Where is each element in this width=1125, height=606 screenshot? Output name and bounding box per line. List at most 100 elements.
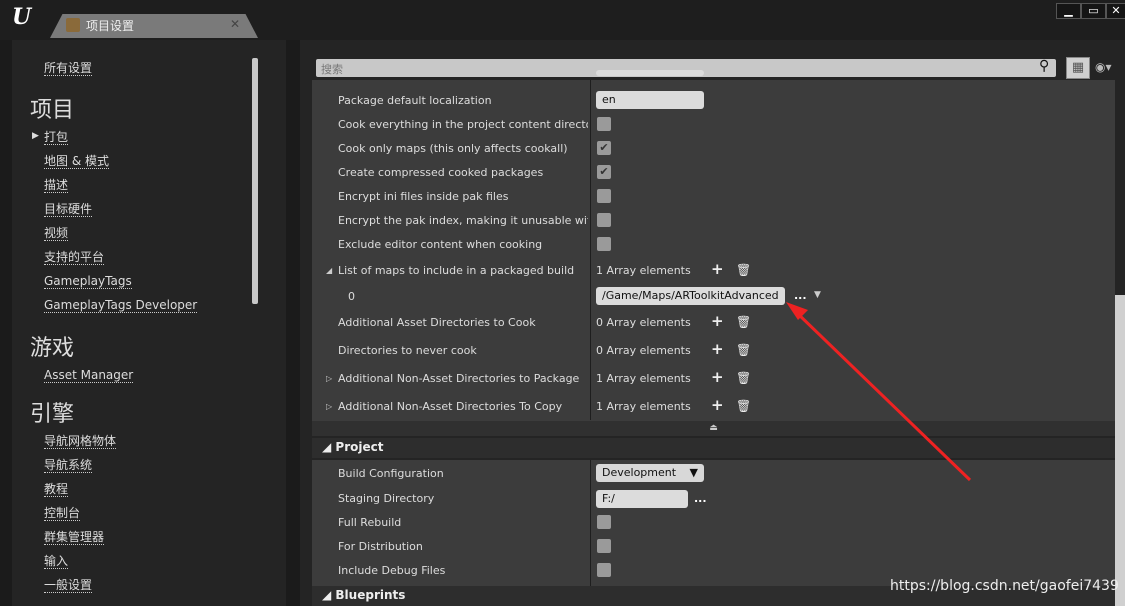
delete-icon[interactable]: 🗑 [736,263,751,277]
expander-icon[interactable]: ◢ [326,266,332,275]
sidebar-item[interactable]: 教程 [44,482,69,497]
search-icon[interactable]: ⚲ [1039,58,1049,74]
setting-label: Create compressed cooked packages [338,166,544,179]
delete-icon[interactable]: 🗑 [736,399,751,413]
section-header-project[interactable]: ◢ Project [312,438,1115,458]
array-label: List of maps to include in a packaged bu… [338,264,575,277]
setting-label: Encrypt the pak index, making it unusabl… [338,214,588,227]
sidebar-item[interactable]: 导航系统 [44,458,93,473]
sidebar-item[interactable]: 控制台 [44,506,81,521]
sidebar-item[interactable]: 导航网格物体 [44,434,117,449]
array-label: Additional Non-Asset Directories to Pack… [338,372,580,385]
checkbox[interactable] [597,237,611,251]
map-path-field[interactable]: /Game/Maps/ARToolkitAdvanced [596,287,785,305]
sidebar-item-all-settings[interactable]: 所有设置 [44,61,93,76]
settings-icon [66,18,80,32]
delete-icon[interactable]: 🗑 [736,371,751,385]
full-rebuild-checkbox[interactable] [597,515,611,529]
tab-close-icon[interactable]: ✕ [230,17,240,31]
sidebar-item[interactable]: GameplayTags [44,274,132,289]
array-count: 1 Array elements [596,400,691,413]
text-field[interactable]: en [596,91,704,109]
array-count: 0 Array elements [596,316,691,329]
setting-label: Package default localization [338,94,492,107]
dropdown-value: Development [602,466,677,479]
close-button[interactable]: ✕ [1106,3,1125,19]
sidebar [12,40,286,606]
sidebar-scrollbar[interactable] [252,58,258,304]
sidebar-item[interactable]: 打包 [44,130,69,145]
expand-arrow-icon: ▶ [32,131,39,141]
build-configuration-label: Build Configuration [338,467,444,480]
search-placeholder: 搜索 [321,63,343,76]
array-count: 1 Array elements [596,264,691,277]
sidebar-item[interactable]: 地图 & 模式 [44,154,109,169]
category-title: 引擎 [30,402,75,427]
sidebar-item[interactable]: Asset Manager [44,368,134,383]
checkbox[interactable] [597,117,611,131]
eye-icon[interactable]: ◉▾ [1095,60,1112,74]
checkbox[interactable]: ✔ [597,165,611,179]
minimize-button[interactable]: ▁ [1056,3,1081,19]
expander-icon: ◢ [322,440,336,454]
category-title: 项目 [30,98,75,123]
staging-directory-field[interactable]: F:/ [596,490,688,508]
section-title: Blueprints [335,588,406,602]
for-distribution-checkbox[interactable] [597,539,611,553]
view-options-grid-icon[interactable]: ▦ [1066,57,1090,79]
full-rebuild-label: Full Rebuild [338,516,402,529]
category-title: 游戏 [30,336,75,361]
sidebar-item[interactable]: 视频 [44,226,69,241]
add-element-icon[interactable]: + [711,396,724,414]
setting-label: Exclude editor content when cooking [338,238,543,251]
add-element-icon[interactable]: + [711,312,724,330]
include-debug-files-checkbox[interactable] [597,563,611,577]
setting-label: Encrypt ini files inside pak files [338,190,509,203]
setting-label: Cook everything in the project content d… [338,118,588,131]
column-divider[interactable] [590,80,591,420]
checkbox[interactable] [597,213,611,227]
sidebar-item[interactable]: 群集管理器 [44,530,105,545]
sidebar-item[interactable]: 输入 [44,554,69,569]
build-configuration-dropdown[interactable]: Development ▼ [596,464,704,482]
sidebar-item[interactable]: 描述 [44,178,69,193]
details-scrollbar[interactable] [1115,295,1125,606]
section-title: Project [335,440,384,454]
for-distribution-label: For Distribution [338,540,423,553]
tab-project-settings[interactable] [50,14,258,38]
array-label: Additional Non-Asset Directories To Copy [338,400,563,413]
browse-button[interactable]: ... [794,289,807,302]
array-index: 0 [348,290,355,303]
expander-icon: ◢ [322,588,336,602]
chevron-down-icon[interactable]: ▼ [814,290,821,300]
tab-label: 项目设置 [86,19,135,33]
include-debug-files-label: Include Debug Files [338,564,446,577]
sidebar-item[interactable]: 目标硬件 [44,202,93,217]
collapse-advanced-button[interactable]: ⏏ [312,421,1115,436]
checkbox[interactable] [597,189,611,203]
delete-icon[interactable]: 🗑 [736,315,751,329]
add-element-icon[interactable]: + [711,260,724,278]
sidebar-item[interactable]: 一般设置 [44,578,93,593]
browse-button[interactable]: ... [694,492,707,505]
sidebar-item[interactable]: 支持的平台 [44,250,105,265]
add-element-icon[interactable]: + [711,368,724,386]
array-label: Directories to never cook [338,344,477,357]
expander-icon[interactable]: ▷ [326,402,332,411]
checkbox[interactable]: ✔ [597,141,611,155]
array-label: Additional Asset Directories to Cook [338,316,536,329]
cut-off-field [596,70,704,76]
watermark: https://blog.csdn.net/gaofei7439 [890,578,1119,594]
staging-directory-label: Staging Directory [338,492,435,505]
array-count: 0 Array elements [596,344,691,357]
delete-icon[interactable]: 🗑 [736,343,751,357]
add-element-icon[interactable]: + [711,340,724,358]
sidebar-item[interactable]: GameplayTags Developer [44,298,198,313]
expander-icon[interactable]: ▷ [326,374,332,383]
array-count: 1 Array elements [596,372,691,385]
setting-label: Cook only maps (this only affects cookal… [338,142,568,155]
unreal-logo: U [12,4,32,30]
chevron-down-icon: ▼ [689,466,698,479]
column-divider [590,460,591,586]
maximize-button[interactable]: ▭ [1081,3,1106,19]
